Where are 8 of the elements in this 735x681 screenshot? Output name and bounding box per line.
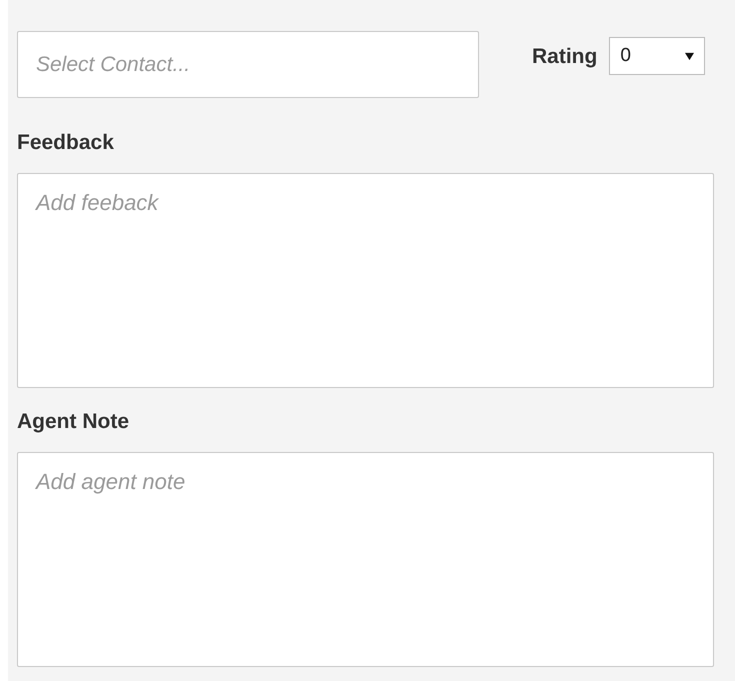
rating-select[interactable]: 0 <box>609 37 706 75</box>
contact-field[interactable]: Select Contact... <box>17 31 479 98</box>
field-label: Agent Note <box>17 410 130 435</box>
text-area[interactable]: Add feeback <box>17 173 714 388</box>
rating-label: Rating <box>532 45 598 69</box>
field-label: Feedback <box>17 131 115 156</box>
caret-icon <box>685 52 694 60</box>
text-area[interactable]: Add agent note <box>17 452 714 667</box>
